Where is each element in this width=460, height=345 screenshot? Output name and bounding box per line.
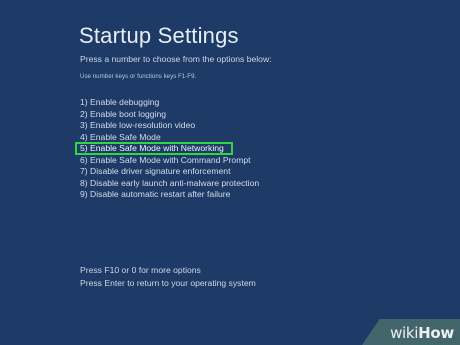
key-hint-text: Use number keys or functions keys F1-F9. bbox=[80, 73, 197, 80]
option-label: 5) Enable Safe Mode with Networking bbox=[80, 143, 224, 153]
option-label: 4) Enable Safe Mode bbox=[80, 131, 161, 142]
option-disable-driver-signature[interactable]: 7) Disable driver signature enforcement bbox=[80, 166, 259, 178]
watermark-background bbox=[362, 319, 460, 345]
watermark-logo: wikiHow bbox=[390, 324, 454, 342]
option-enable-debugging[interactable]: 1) Enable debugging bbox=[80, 97, 259, 109]
more-options-text: Press F10 or 0 for more options bbox=[80, 265, 201, 275]
option-label: 1) Enable debugging bbox=[80, 97, 160, 107]
option-label: 9) Disable automatic restart after failu… bbox=[80, 189, 231, 199]
option-safe-mode-command-prompt[interactable]: 6) Enable Safe Mode with Command Prompt bbox=[80, 155, 259, 167]
option-label: 7) Disable driver signature enforcement bbox=[80, 166, 231, 176]
startup-options-list: 1) Enable debugging 2) Enable boot loggi… bbox=[75, 97, 259, 201]
option-enable-low-resolution-video[interactable]: 3) Enable low-resolution video bbox=[80, 120, 259, 132]
footer-instructions: Press F10 or 0 for more options Press En… bbox=[80, 264, 256, 289]
option-label: 2) Enable boot logging bbox=[80, 108, 167, 119]
option-label: 6) Enable Safe Mode with Command Prompt bbox=[80, 154, 251, 165]
option-disable-anti-malware[interactable]: 8) Disable early launch anti-malware pro… bbox=[80, 178, 259, 190]
wikihow-watermark: wikiHow bbox=[362, 319, 460, 345]
option-disable-auto-restart[interactable]: 9) Disable automatic restart after failu… bbox=[80, 189, 259, 201]
option-label: 3) Enable low-resolution video bbox=[80, 120, 196, 130]
option-enable-safe-mode[interactable]: 4) Enable Safe Mode bbox=[80, 132, 259, 144]
option-enable-boot-logging[interactable]: 2) Enable boot logging bbox=[80, 109, 259, 121]
instructions-text: Press a number to choose from the option… bbox=[80, 54, 272, 64]
return-os-text: Press Enter to return to your operating … bbox=[80, 277, 256, 288]
page-title: Startup Settings bbox=[79, 23, 239, 48]
option-safe-mode-networking[interactable]: 5) Enable Safe Mode with Networking bbox=[75, 141, 259, 155]
option-label: 8) Disable early launch anti-malware pro… bbox=[80, 177, 260, 188]
